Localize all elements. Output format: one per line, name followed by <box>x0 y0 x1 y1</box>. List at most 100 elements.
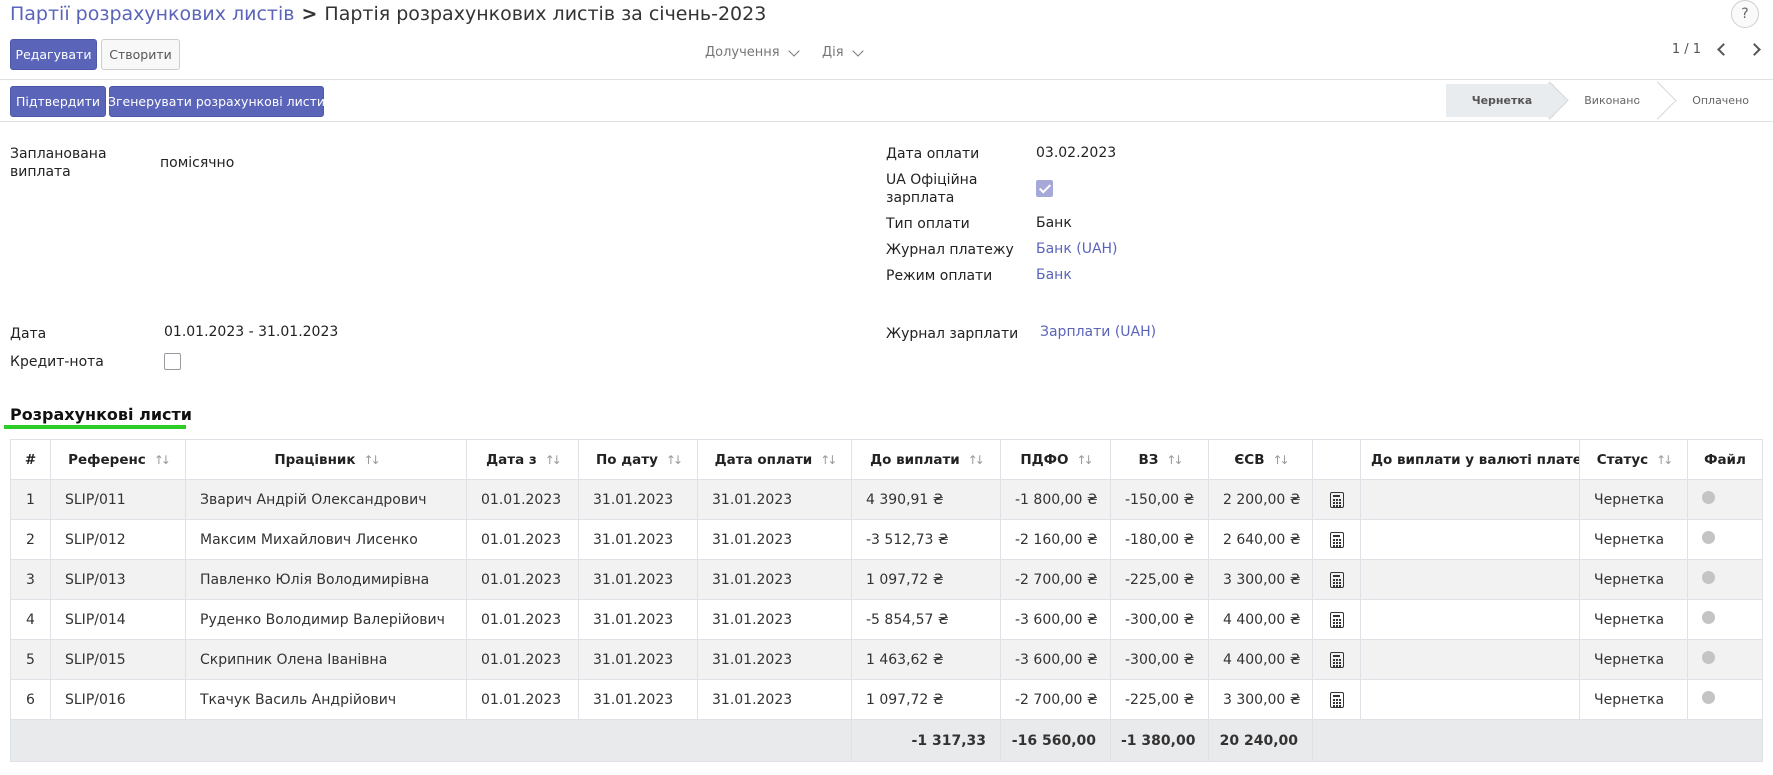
cell-vz[interactable]: -225,00 ₴ <box>1110 679 1209 720</box>
cell-employee[interactable]: Зварич Андрій Олександрович <box>185 479 467 520</box>
cell-pay-date[interactable]: 31.01.2023 <box>697 639 852 680</box>
cell-date-from[interactable]: 01.01.2023 <box>466 519 579 560</box>
cell-date-from[interactable]: 01.01.2023 <box>466 599 579 640</box>
cell-date-to[interactable]: 31.01.2023 <box>578 639 698 680</box>
cell-num[interactable]: 6 <box>10 679 51 720</box>
cell-pdfo[interactable]: -1 800,00 ₴ <box>1000 479 1111 520</box>
cell-to-pay-currency[interactable] <box>1360 559 1580 600</box>
cell-num[interactable]: 1 <box>10 479 51 520</box>
confirm-button[interactable]: Підтвердити <box>10 86 106 117</box>
cell-esv[interactable]: 4 400,00 ₴ <box>1208 599 1313 640</box>
payment-type-value[interactable]: Банк <box>1036 215 1072 231</box>
status-dot-icon[interactable] <box>1702 531 1715 544</box>
status-dot-icon[interactable] <box>1702 691 1715 704</box>
cell-vz[interactable]: -225,00 ₴ <box>1110 559 1209 600</box>
calculator-icon[interactable] <box>1329 611 1344 628</box>
cell-num[interactable]: 2 <box>10 519 51 560</box>
cell-pdfo[interactable]: -2 700,00 ₴ <box>1000 679 1111 720</box>
cell-status[interactable]: Чернетка <box>1579 559 1688 600</box>
cell-pdfo[interactable]: -3 600,00 ₴ <box>1000 639 1111 680</box>
cell-date-to[interactable]: 31.01.2023 <box>578 679 698 720</box>
cell-date-to[interactable]: 31.01.2023 <box>578 479 698 520</box>
cell-num[interactable]: 5 <box>10 639 51 680</box>
payment-date-value[interactable]: 03.02.2023 <box>1036 145 1116 161</box>
cell-date-from[interactable]: 01.01.2023 <box>466 559 579 600</box>
cell-pdfo[interactable]: -3 600,00 ₴ <box>1000 599 1111 640</box>
chevron-right-icon[interactable] <box>1748 43 1761 56</box>
cell-employee[interactable]: Ткачук Василь Андрійович <box>185 679 467 720</box>
col-header-to-pay-currency[interactable]: До виплати у валюті платежу <box>1360 439 1580 480</box>
table-row[interactable]: 5 SLIP/015 Скрипник Олена Іванівна 01.01.20… <box>10 639 1763 680</box>
table-row[interactable]: 3 SLIP/013 Павленко Юлія Володимирівна 01.0… <box>10 559 1763 600</box>
stage-paid[interactable]: Оплачено <box>1662 84 1773 117</box>
payment-journal-link[interactable]: Банк (UAH) <box>1036 241 1118 257</box>
sort-icon[interactable]: ↑↓ <box>1166 453 1183 467</box>
cell-employee[interactable]: Скрипник Олена Іванівна <box>185 639 467 680</box>
table-row[interactable]: 6 SLIP/016 Ткачук Василь Андрійович 01.01.2… <box>10 679 1763 720</box>
cell-to-pay-currency[interactable] <box>1360 479 1580 520</box>
col-header-status[interactable]: Статус ↑↓ <box>1579 439 1688 480</box>
sort-icon[interactable]: ↑↓ <box>545 453 562 467</box>
table-row[interactable]: 1 SLIP/011 Зварич Андрій Олександрович 01.0… <box>10 479 1763 520</box>
cell-vz[interactable]: -300,00 ₴ <box>1110 599 1209 640</box>
cell-esv[interactable]: 2 640,00 ₴ <box>1208 519 1313 560</box>
cell-date-to[interactable]: 31.01.2023 <box>578 599 698 640</box>
sort-icon[interactable]: ↑↓ <box>1077 453 1094 467</box>
sort-icon[interactable]: ↑↓ <box>1273 453 1290 467</box>
cell-vz[interactable]: -180,00 ₴ <box>1110 519 1209 560</box>
col-header-pdfo[interactable]: ПДФО ↑↓ <box>1000 439 1111 480</box>
table-row[interactable]: 4 SLIP/014 Руденко Володимир Валерійович 01… <box>10 599 1763 640</box>
cell-pay-date[interactable]: 31.01.2023 <box>697 599 852 640</box>
cell-vz[interactable]: -150,00 ₴ <box>1110 479 1209 520</box>
cell-ref[interactable]: SLIP/015 <box>50 639 186 680</box>
cell-ref[interactable]: SLIP/012 <box>50 519 186 560</box>
sort-icon[interactable]: ↑↓ <box>820 453 837 467</box>
cell-to-pay[interactable]: 1 097,72 ₴ <box>851 679 1001 720</box>
cell-status[interactable]: Чернетка <box>1579 519 1688 560</box>
sort-icon[interactable]: ↑↓ <box>154 453 171 467</box>
cell-pay-date[interactable]: 31.01.2023 <box>697 479 852 520</box>
cell-employee[interactable]: Максим Михайлович Лисенко <box>185 519 467 560</box>
action-dropdown[interactable]: Дія <box>822 45 864 60</box>
pager-value[interactable]: 1 / 1 <box>1672 42 1701 57</box>
cell-status[interactable]: Чернетка <box>1579 679 1688 720</box>
cell-esv[interactable]: 2 200,00 ₴ <box>1208 479 1313 520</box>
col-header-to-pay[interactable]: До виплати ↑↓ <box>851 439 1001 480</box>
cell-to-pay[interactable]: -5 854,57 ₴ <box>851 599 1001 640</box>
cell-to-pay[interactable]: 1 463,62 ₴ <box>851 639 1001 680</box>
cell-vz[interactable]: -300,00 ₴ <box>1110 639 1209 680</box>
cell-status[interactable]: Чернетка <box>1579 599 1688 640</box>
generate-payslips-button[interactable]: Згенерувати розрахункові листи <box>108 86 325 117</box>
create-button[interactable]: Створити <box>101 39 180 70</box>
edit-button[interactable]: Редагувати <box>10 39 97 70</box>
col-header-ref[interactable]: Референс ↑↓ <box>50 439 186 480</box>
calculator-icon[interactable] <box>1329 491 1344 508</box>
calculator-icon[interactable] <box>1329 571 1344 588</box>
salary-journal-link[interactable]: Зарплати (UAH) <box>1040 324 1156 340</box>
calculator-icon[interactable] <box>1329 691 1344 708</box>
col-header-vz[interactable]: ВЗ ↑↓ <box>1110 439 1209 480</box>
cell-to-pay-currency[interactable] <box>1360 679 1580 720</box>
cell-status[interactable]: Чернетка <box>1579 479 1688 520</box>
chevron-left-icon[interactable] <box>1717 43 1730 56</box>
sort-icon[interactable]: ↑↓ <box>364 453 381 467</box>
col-header-esv[interactable]: ЄСВ ↑↓ <box>1208 439 1313 480</box>
calculator-icon[interactable] <box>1329 651 1344 668</box>
cell-date-to[interactable]: 31.01.2023 <box>578 519 698 560</box>
cell-ref[interactable]: SLIP/013 <box>50 559 186 600</box>
cell-num[interactable]: 3 <box>10 559 51 600</box>
cell-status[interactable]: Чернетка <box>1579 639 1688 680</box>
sort-icon[interactable]: ↑↓ <box>666 453 683 467</box>
status-dot-icon[interactable] <box>1702 571 1715 584</box>
cell-pdfo[interactable]: -2 700,00 ₴ <box>1000 559 1111 600</box>
cell-employee[interactable]: Павленко Юлія Володимирівна <box>185 559 467 600</box>
cell-to-pay[interactable]: 1 097,72 ₴ <box>851 559 1001 600</box>
date-range-value[interactable]: 01.01.2023 - 31.01.2023 <box>164 324 338 340</box>
cell-date-to[interactable]: 31.01.2023 <box>578 559 698 600</box>
breadcrumb-parent-link[interactable]: Партії розрахункових листів <box>10 3 294 25</box>
cell-employee[interactable]: Руденко Володимир Валерійович <box>185 599 467 640</box>
cell-num[interactable]: 4 <box>10 599 51 640</box>
stage-done[interactable]: Виконано <box>1554 84 1663 117</box>
cell-to-pay-currency[interactable] <box>1360 639 1580 680</box>
credit-note-checkbox[interactable] <box>164 353 181 370</box>
